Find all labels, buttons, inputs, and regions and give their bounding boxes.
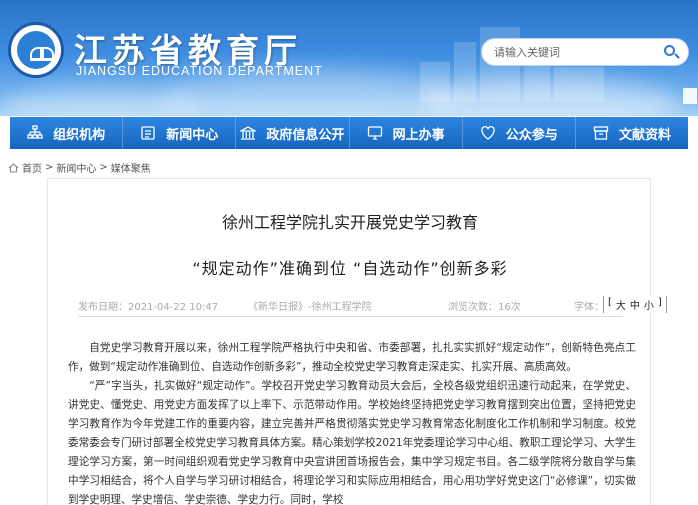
logo-emblem [17, 31, 55, 69]
nav-label: 组织机构 [53, 127, 106, 143]
org-chart-icon [27, 125, 43, 139]
heart-icon [481, 126, 495, 140]
article-body: 自党史学习教育开展以来，徐州工程学院严格执行中央和省、市委部署，扎扎实实抓好“规… [68, 339, 636, 505]
government-icon [240, 126, 257, 140]
home-icon [8, 162, 19, 173]
font-bracket-close: ] [657, 297, 662, 308]
publish-date: 发布日期：2021-04-22 10:47 [78, 302, 219, 313]
font-large-button[interactable]: 大 [616, 297, 626, 312]
breadcrumb-media-focus[interactable]: 媒体聚焦 [111, 160, 151, 175]
nav-label: 政府信息公开 [266, 127, 345, 143]
breadcrumb: 首页 > 新闻中心 > 媒体聚焦 [8, 160, 154, 175]
education-department-logo[interactable] [8, 22, 64, 78]
font-medium-button[interactable]: 中 [630, 297, 640, 312]
font-bracket-open: [ [608, 297, 612, 308]
site-subtitle: JIANGSU EDUCATION DEPARTMENT [76, 64, 323, 78]
breadcrumb-separator: > [99, 162, 108, 173]
book-icon [30, 45, 54, 61]
archive-icon [593, 126, 609, 140]
view-count: 浏览次数：16次 [448, 302, 521, 313]
nav-label: 新闻中心 [166, 127, 219, 143]
site-header: 江苏省教育厅 JIANGSU EDUCATION DEPARTMENT [0, 0, 698, 116]
nav-label: 网上办事 [392, 127, 445, 143]
article-paragraph: “严”字当头，扎实做好“规定动作”。学校召开党史学习教育动员大会后，全校各级党组… [68, 380, 636, 505]
nav-label: 文献资料 [618, 127, 671, 143]
breadcrumb-home[interactable]: 首页 [22, 160, 42, 175]
search-input[interactable] [494, 44, 644, 61]
article-meta: 发布日期：2021-04-22 10:47 《新华日报》-徐州工程学院 浏览次数… [78, 296, 667, 314]
font-small-button[interactable]: 小 [644, 297, 654, 312]
nav-item-public-participation[interactable]: 公众参与 [463, 117, 576, 149]
nav-item-gov-info[interactable]: 政府信息公开 [236, 117, 350, 149]
font-size-label: 字体： [574, 302, 604, 313]
article-paragraph: 自党史学习教育开展以来，徐州工程学院严格执行中央和省、市委部署，扎扎实实抓好“规… [68, 342, 636, 373]
article-title: 徐州工程学院扎实开展党史学习教育 [221, 213, 478, 232]
article-subtitle: “规定动作”准确到位 “自选动作”创新多彩 [192, 259, 508, 278]
nav-item-documents[interactable]: 文献资料 [576, 117, 688, 149]
font-size-switcher: [ 大 中 小 ] [603, 296, 667, 313]
breadcrumb-news-center[interactable]: 新闻中心 [56, 160, 96, 175]
nav-item-online-service[interactable]: 网上办事 [350, 117, 463, 149]
main-nav: 组织机构 新闻中心 政府信息公开 网上办事 公众参与 文献资料 [10, 117, 688, 149]
nav-item-news[interactable]: 新闻中心 [123, 117, 237, 149]
article-source: 《新华日报》-徐州工程学院 [248, 302, 372, 313]
article-panel: 徐州工程学院扎实开展党史学习教育 “规定动作”准确到位 “自选动作”创新多彩 发… [47, 178, 667, 505]
monitor-icon [367, 126, 382, 140]
newspaper-icon [141, 126, 155, 140]
meta-divider [78, 316, 623, 317]
search-icon[interactable] [662, 44, 680, 62]
nav-label: 公众参与 [505, 127, 558, 143]
breadcrumb-separator: > [45, 162, 54, 173]
side-tab-icon[interactable] [683, 88, 697, 104]
search-box [481, 38, 689, 66]
nav-item-organization[interactable]: 组织机构 [10, 117, 124, 149]
